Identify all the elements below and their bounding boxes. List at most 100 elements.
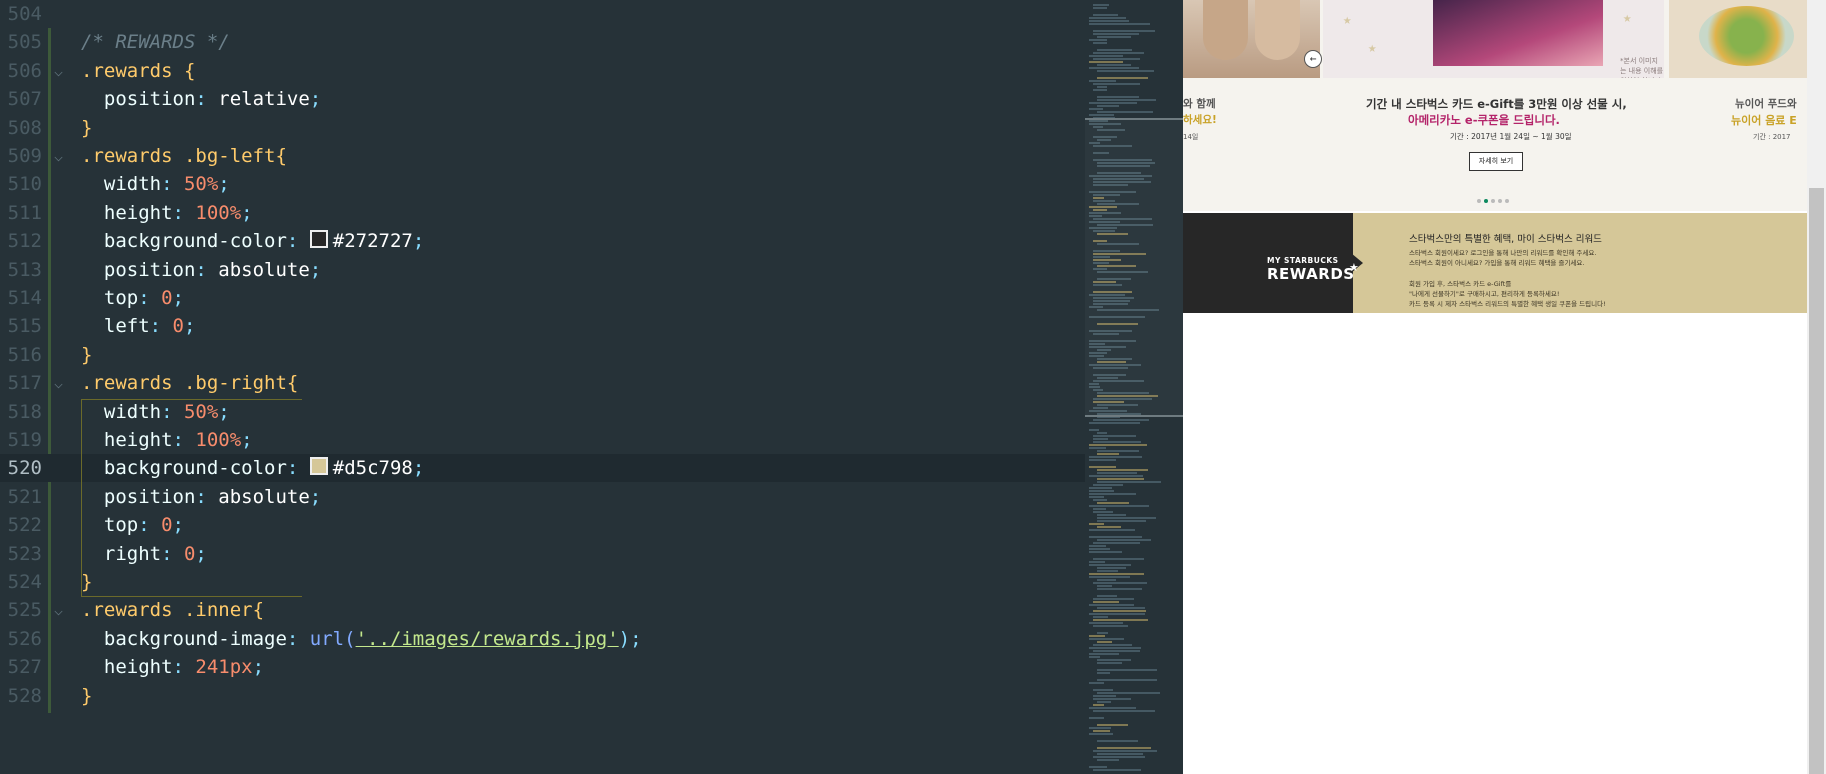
code-token: : — [138, 514, 162, 537]
code-line[interactable]: 526 background-image: url('../images/rew… — [0, 625, 1085, 653]
code-token: 50% — [183, 173, 219, 196]
minimap-line — [1089, 61, 1123, 63]
code-token: background-color — [81, 457, 287, 480]
minimap-line — [1089, 635, 1105, 637]
left-slide-text-2: 하세요! — [1183, 114, 1217, 126]
code-line[interactable]: 525 ⌵ .rewards .inner{ — [0, 596, 1085, 624]
minimap-line — [1097, 526, 1121, 528]
code-text: .rewards .bg-right{ — [81, 369, 298, 397]
minimap-line — [1097, 747, 1151, 749]
code-line[interactable]: 523 right: 0; — [0, 540, 1085, 568]
code-line[interactable]: 516} — [0, 341, 1085, 369]
code-editor[interactable]: 504 505/* REWARDS */506 ⌵ .rewards {507 pos… — [0, 0, 1085, 774]
code-line[interactable]: 505 /* REWARDS */ — [0, 28, 1085, 56]
code-line[interactable]: 511 height: 100%; — [0, 199, 1085, 227]
minimap-line — [1093, 598, 1134, 600]
minimap-line — [1093, 710, 1155, 712]
code-text: right: 0; — [81, 540, 207, 568]
code-token: } — [81, 684, 93, 707]
pager-dot[interactable] — [1505, 199, 1509, 203]
minimap-line — [1089, 55, 1123, 57]
chevron-down-icon[interactable]: ⌵ — [54, 596, 63, 624]
minimap-line — [1093, 704, 1104, 706]
left-slide-text-1: 와 함께 — [1183, 98, 1216, 110]
preview-scrollbar[interactable] — [1807, 0, 1826, 774]
code-text: background-color: #d5c798; — [81, 454, 424, 482]
code-token: : — [161, 542, 184, 565]
code-line[interactable]: 515 left: 0; — [0, 312, 1085, 340]
line-number: 528 — [7, 684, 42, 707]
minimap-line — [1093, 601, 1119, 603]
minimap-line — [1089, 475, 1143, 477]
code-line[interactable]: 508} — [0, 114, 1085, 142]
minimap-line — [1097, 672, 1110, 674]
code-token: ; — [195, 542, 207, 565]
star-decoration-icon: ★ — [1343, 12, 1352, 28]
minimap-line — [1097, 86, 1107, 88]
pager-dot[interactable] — [1477, 199, 1481, 203]
code-text: top: 0; — [81, 284, 184, 312]
code-line[interactable]: 520 background-color: #d5c798; — [0, 454, 1085, 483]
line-number: 517 — [7, 372, 42, 395]
minimap-line — [1089, 459, 1116, 461]
rewards-headline: 스타벅스만의 특별한 혜택, 마이 스타벅스 리워드 — [1409, 234, 1602, 245]
code-line[interactable]: 507 position: relative; — [0, 85, 1085, 113]
slide-food — [1669, 0, 1807, 78]
minimap-line — [1093, 625, 1128, 627]
minimap[interactable] — [1085, 0, 1183, 774]
code-token: : — [161, 400, 184, 423]
code-token: height — [81, 656, 173, 679]
code-token: 100% — [195, 429, 242, 451]
code-token: { — [286, 372, 299, 395]
code-line[interactable]: 524} — [0, 568, 1085, 596]
pager-dot-active[interactable] — [1484, 199, 1488, 203]
minimap-line — [1097, 502, 1129, 504]
code-line[interactable]: 504 — [0, 0, 1085, 28]
code-text: height: 241px; — [81, 653, 264, 681]
code-text: width: 50%; — [81, 398, 230, 426]
code-token: : — [195, 258, 219, 281]
pager-dot[interactable] — [1491, 199, 1495, 203]
chevron-down-icon[interactable]: ⌵ — [54, 142, 63, 170]
code-text: } — [81, 568, 92, 596]
code-line[interactable]: 527 height: 241px; — [0, 653, 1085, 681]
code-line[interactable]: 528} — [0, 682, 1085, 710]
chevron-down-icon[interactable]: ⌵ — [54, 369, 63, 397]
color-swatch[interactable] — [309, 230, 328, 249]
code-line[interactable]: 513 position: absolute; — [0, 256, 1085, 284]
code-line[interactable]: 519 height: 100%; — [0, 426, 1085, 454]
minimap-line — [1093, 52, 1144, 54]
code-text: height: 100%; — [81, 199, 253, 227]
minimap-line — [1097, 585, 1112, 587]
minimap-line — [1097, 514, 1126, 516]
code-line[interactable]: 517 ⌵ .rewards .bg-right{ — [0, 369, 1085, 397]
chevron-down-icon[interactable]: ⌵ — [54, 57, 63, 85]
minimap-line — [1093, 419, 1149, 421]
color-swatch[interactable] — [309, 457, 328, 476]
code-line[interactable]: 522 top: 0; — [0, 511, 1085, 539]
minimap-line — [1093, 89, 1107, 91]
minimap-line — [1093, 756, 1145, 758]
minimap-line — [1093, 619, 1148, 621]
code-line[interactable]: 509 ⌵ .rewards .bg-left{ — [0, 142, 1085, 170]
promotion-slider: ← ★ ★ ★ *본서 이미지는 내용 이해를 위하여 합니다. → 와 함께 … — [1183, 0, 1807, 211]
code-line[interactable]: 512 background-color: #272727; — [0, 227, 1085, 255]
line-number: 522 — [7, 514, 42, 537]
minimap-line — [1093, 83, 1140, 85]
code-token: : — [195, 485, 219, 508]
code-line[interactable]: 521 position: absolute; — [0, 483, 1085, 511]
code-text: left: 0; — [81, 312, 196, 340]
code-token: position — [81, 258, 196, 281]
pager-dot[interactable] — [1498, 199, 1502, 203]
code-line[interactable]: 506 ⌵ .rewards { — [0, 57, 1085, 85]
minimap-line — [1097, 567, 1126, 569]
scrollbar-thumb[interactable] — [1809, 188, 1824, 774]
browser-preview[interactable]: ← ★ ★ ★ *본서 이미지는 내용 이해를 위하여 합니다. → 와 함께 … — [1183, 0, 1807, 774]
prev-arrow-icon[interactable]: ← — [1304, 50, 1322, 68]
code-line[interactable]: 510 width: 50%; — [0, 170, 1085, 198]
minimap-line — [1097, 478, 1144, 480]
code-line[interactable]: 514 top: 0; — [0, 284, 1085, 312]
minimap-viewport[interactable] — [1085, 118, 1183, 417]
more-details-button[interactable]: 자세히 보기 — [1469, 152, 1523, 171]
code-line[interactable]: 518 width: 50%; — [0, 398, 1085, 426]
